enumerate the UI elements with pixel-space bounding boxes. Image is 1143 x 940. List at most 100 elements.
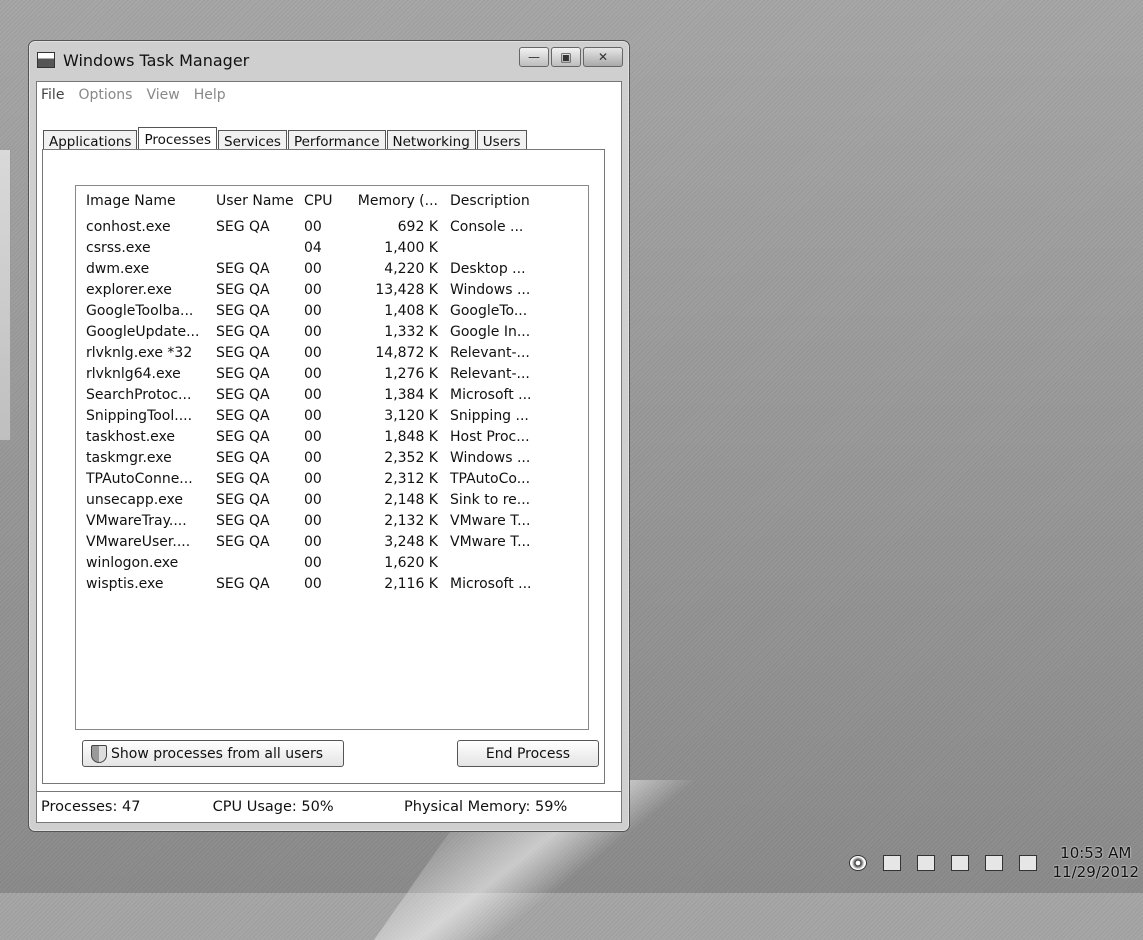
- table-row[interactable]: SnippingTool.... SEG QA 00 3,120 K Snipping …: [76, 405, 588, 426]
- table-row[interactable]: unsecapp.exe SEG QA 00 2,148 K Sink to re...: [76, 489, 588, 510]
- tray-clock[interactable]: 10:53 AM 11/29/2012: [1053, 844, 1139, 882]
- status-processes: Processes: 47: [41, 799, 141, 815]
- menu-options[interactable]: Options: [78, 87, 132, 103]
- menu-help[interactable]: Help: [194, 87, 226, 103]
- process-memory: 2,352 K: [384, 449, 438, 466]
- action-center-icon[interactable]: [882, 855, 901, 871]
- process-name: explorer.exe: [86, 281, 172, 298]
- window-client-area: File Options View Help Applications Proc…: [36, 81, 622, 823]
- column-cpu[interactable]: CPU: [298, 193, 340, 209]
- process-cpu: 00: [304, 281, 322, 298]
- volume-icon[interactable]: [1018, 855, 1037, 871]
- process-cpu: 00: [304, 449, 322, 466]
- process-cpu: 00: [304, 218, 322, 235]
- table-row[interactable]: conhost.exe SEG QA 00 692 K Console ...: [76, 216, 588, 237]
- table-row[interactable]: taskhost.exe SEG QA 00 1,848 K Host Proc...: [76, 426, 588, 447]
- table-row[interactable]: TPAutoConne... SEG QA 00 2,312 K TPAutoCo...: [76, 468, 588, 489]
- process-user: SEG QA: [216, 491, 270, 508]
- process-user: SEG QA: [216, 533, 270, 550]
- process-rows: conhost.exe SEG QA 00 692 K Console ... csrss…: [76, 216, 588, 594]
- table-row[interactable]: rlvknlg64.exe SEG QA 00 1,276 K Relevant-...: [76, 363, 588, 384]
- process-memory: 3,248 K: [384, 533, 438, 550]
- title-bar[interactable]: Windows Task Manager — ▣ ✕: [29, 41, 629, 79]
- process-description: TPAutoCo...: [450, 470, 531, 487]
- task-manager-icon: [37, 52, 55, 68]
- minimize-button[interactable]: —: [519, 47, 549, 67]
- process-description: Windows ...: [450, 281, 531, 298]
- table-row[interactable]: SearchProtoc... SEG QA 00 1,384 K Microsoft …: [76, 384, 588, 405]
- process-memory: 4,220 K: [384, 260, 438, 277]
- menu-file[interactable]: File: [41, 87, 64, 103]
- table-row[interactable]: GoogleToolba... SEG QA 00 1,408 K GoogleTo..…: [76, 300, 588, 321]
- table-row[interactable]: wisptis.exe SEG QA 00 2,116 K Microsoft ...: [76, 573, 588, 594]
- process-memory: 2,312 K: [384, 470, 438, 487]
- process-name: SearchProtoc...: [86, 386, 192, 403]
- column-header-row: Image Name User Name CPU Memory (... Des…: [76, 186, 588, 216]
- process-description: Relevant-...: [450, 344, 530, 361]
- process-cpu: 00: [304, 386, 322, 403]
- process-name: VMwareTray....: [86, 512, 187, 529]
- table-row[interactable]: explorer.exe SEG QA 00 13,428 K Windows ...: [76, 279, 588, 300]
- process-name: rlvknlg.exe *32: [86, 344, 193, 361]
- process-memory: 1,620 K: [384, 554, 438, 571]
- globe-icon[interactable]: [848, 855, 867, 871]
- show-all-users-button[interactable]: Show processes from all users: [82, 740, 344, 767]
- background-window-edge: [0, 150, 11, 440]
- process-cpu: 00: [304, 344, 322, 361]
- column-user-name[interactable]: User Name: [206, 193, 298, 209]
- process-memory: 1,408 K: [384, 302, 438, 319]
- process-cpu: 00: [304, 407, 322, 424]
- process-list[interactable]: Image Name User Name CPU Memory (... Des…: [75, 185, 589, 730]
- process-user: SEG QA: [216, 302, 270, 319]
- close-button[interactable]: ✕: [583, 47, 623, 67]
- process-memory: 1,400 K: [384, 239, 438, 256]
- table-row[interactable]: csrss.exe 04 1,400 K: [76, 237, 588, 258]
- process-cpu: 00: [304, 470, 322, 487]
- battery-icon[interactable]: [984, 855, 1003, 871]
- column-memory[interactable]: Memory (...: [340, 193, 446, 209]
- table-row[interactable]: GoogleUpdate... SEG QA 00 1,332 K Google In.…: [76, 321, 588, 342]
- display-icon[interactable]: [950, 855, 969, 871]
- process-cpu: 00: [304, 491, 322, 508]
- table-row[interactable]: VMwareTray.... SEG QA 00 2,132 K VMware T...: [76, 510, 588, 531]
- process-name: taskmgr.exe: [86, 449, 172, 466]
- process-user: SEG QA: [216, 260, 270, 277]
- process-cpu: 00: [304, 554, 322, 571]
- process-name: SnippingTool....: [86, 407, 193, 424]
- process-user: SEG QA: [216, 218, 270, 235]
- process-name: VMwareUser....: [86, 533, 191, 550]
- process-user: SEG QA: [216, 365, 270, 382]
- table-row[interactable]: taskmgr.exe SEG QA 00 2,352 K Windows ...: [76, 447, 588, 468]
- process-description: GoogleTo...: [450, 302, 528, 319]
- process-user: SEG QA: [216, 323, 270, 340]
- table-row[interactable]: rlvknlg.exe *32 SEG QA 00 14,872 K Relevant-…: [76, 342, 588, 363]
- process-name: rlvknlg64.exe: [86, 365, 181, 382]
- process-description: Microsoft ...: [450, 386, 532, 403]
- show-all-users-label: Show processes from all users: [111, 745, 324, 762]
- network-icon[interactable]: [916, 855, 935, 871]
- column-image-name[interactable]: Image Name: [76, 193, 206, 209]
- task-manager-window: Windows Task Manager — ▣ ✕ File Options …: [28, 40, 630, 832]
- process-description: Console ...: [450, 218, 524, 235]
- process-description: Sink to re...: [450, 491, 531, 508]
- table-row[interactable]: winlogon.exe 00 1,620 K: [76, 552, 588, 573]
- process-user: SEG QA: [216, 428, 270, 445]
- table-row[interactable]: dwm.exe SEG QA 00 4,220 K Desktop ...: [76, 258, 588, 279]
- end-process-button[interactable]: End Process: [457, 740, 599, 767]
- process-cpu: 00: [304, 260, 322, 277]
- process-name: TPAutoConne...: [86, 470, 193, 487]
- maximize-button[interactable]: ▣: [551, 47, 581, 67]
- process-description: Host Proc...: [450, 428, 530, 445]
- process-cpu: 00: [304, 302, 322, 319]
- process-name: wisptis.exe: [86, 575, 164, 592]
- tray-time: 10:53 AM: [1060, 844, 1132, 862]
- menu-view[interactable]: View: [146, 87, 179, 103]
- menu-bar: File Options View Help: [37, 82, 621, 108]
- process-memory: 1,384 K: [384, 386, 438, 403]
- process-memory: 2,132 K: [384, 512, 438, 529]
- status-cpu-usage: CPU Usage: 50%: [212, 799, 334, 815]
- table-row[interactable]: VMwareUser.... SEG QA 00 3,248 K VMware T...: [76, 531, 588, 552]
- tray-date: 11/29/2012: [1052, 863, 1139, 881]
- process-name: winlogon.exe: [86, 554, 179, 571]
- column-description[interactable]: Description: [446, 193, 586, 209]
